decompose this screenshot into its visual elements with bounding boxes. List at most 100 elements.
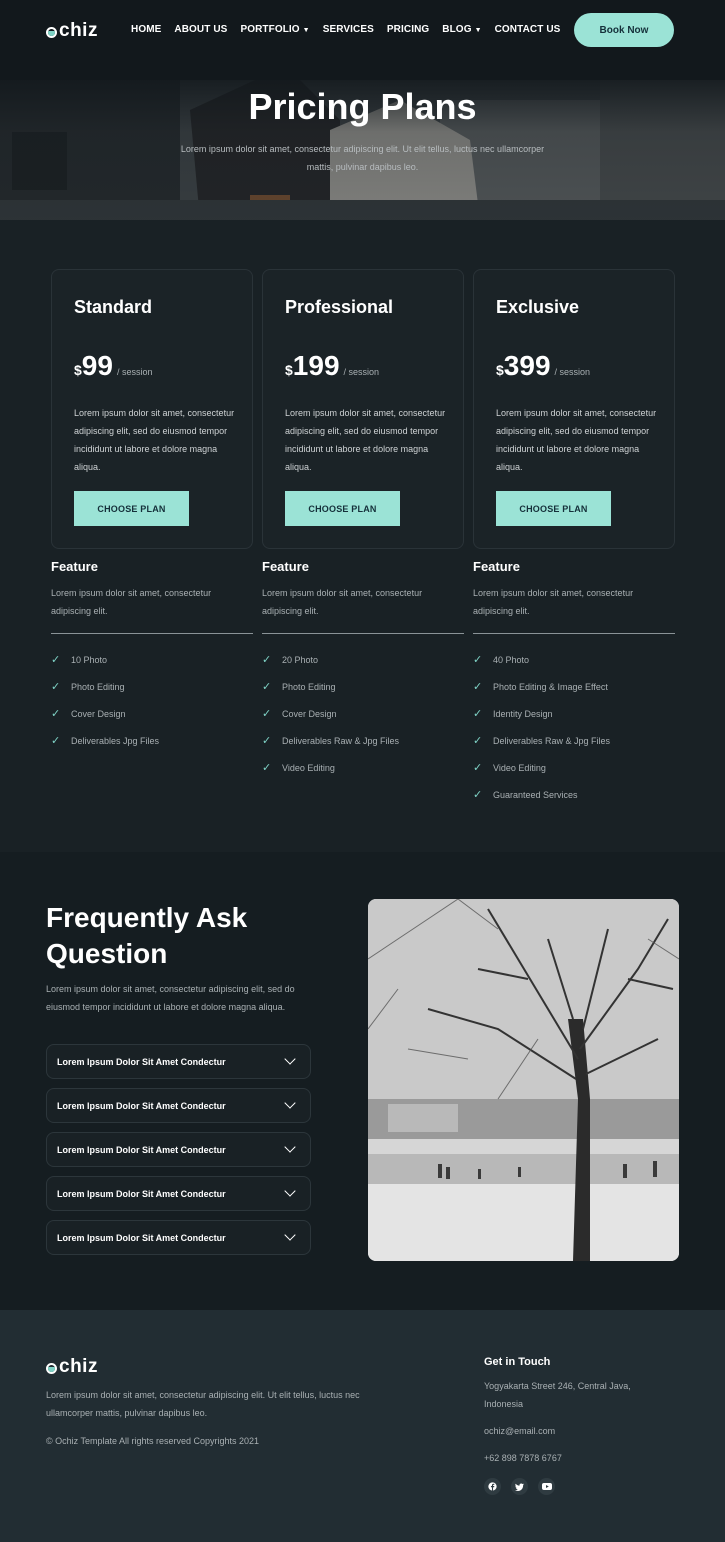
check-icon: ✓ bbox=[51, 681, 61, 693]
nav-portfolio[interactable]: PORTFOLIO ▼ bbox=[240, 24, 309, 35]
twitter-glyph bbox=[515, 1482, 524, 1491]
feature-label: Video Editing bbox=[493, 762, 546, 773]
main-nav: HOME ABOUT US PORTFOLIO ▼ SERVICES PRICIN… bbox=[131, 24, 560, 35]
check-icon: ✓ bbox=[51, 654, 61, 666]
choose-plan-button[interactable]: CHOOSE PLAN bbox=[285, 491, 400, 526]
price-currency: $ bbox=[285, 362, 293, 378]
feature-label: 20 Photo bbox=[282, 654, 319, 665]
choose-plan-button[interactable]: CHOOSE PLAN bbox=[496, 491, 611, 526]
nav-about-us[interactable]: ABOUT US bbox=[174, 24, 227, 35]
feature-item: ✓ Guaranteed Services bbox=[473, 781, 675, 808]
copyright: © Ochiz Template All rights reserved Cop… bbox=[46, 1436, 260, 1446]
nav-blog[interactable]: BLOG ▼ bbox=[442, 24, 481, 35]
feature-label: Cover Design bbox=[282, 708, 337, 719]
chevron-down-icon bbox=[284, 1097, 296, 1109]
price-amount: 399 bbox=[503, 350, 551, 381]
youtube-icon[interactable] bbox=[538, 1478, 555, 1495]
price-currency: $ bbox=[74, 362, 82, 378]
check-icon: ✓ bbox=[473, 762, 483, 774]
plan-price: $ 399 / session bbox=[496, 350, 590, 382]
feature-description: Lorem ipsum dolor sit amet, consectetur … bbox=[262, 588, 423, 616]
nav-contact-us[interactable]: CONTACT US bbox=[495, 24, 561, 35]
contact-email[interactable]: ochiz@email.com bbox=[484, 1426, 555, 1436]
chevron-down-icon bbox=[284, 1185, 296, 1197]
logo-mark-icon bbox=[46, 26, 57, 38]
chevron-down-icon bbox=[284, 1141, 296, 1153]
nav-home[interactable]: HOME bbox=[131, 24, 161, 35]
feature-label: Cover Design bbox=[71, 708, 126, 719]
twitter-icon[interactable] bbox=[511, 1478, 528, 1495]
feature-item: ✓ Photo Editing bbox=[51, 673, 253, 700]
faq-question: Lorem Ipsum Dolor Sit Amet Condectur bbox=[57, 1144, 226, 1155]
feature-item: ✓ Photo Editing & Image Effect bbox=[473, 673, 675, 700]
chevron-down-icon: ▼ bbox=[302, 27, 310, 34]
plan-description: Lorem ipsum dolor sit amet, consectetur … bbox=[74, 408, 235, 472]
feature-item: ✓ Video Editing bbox=[262, 754, 464, 781]
faq-item[interactable]: Lorem Ipsum Dolor Sit Amet Condectur bbox=[46, 1132, 311, 1167]
faq-item[interactable]: Lorem Ipsum Dolor Sit Amet Condectur bbox=[46, 1220, 311, 1255]
price-period: / session bbox=[116, 367, 153, 377]
price-period: / session bbox=[554, 367, 591, 377]
faq-question: Lorem Ipsum Dolor Sit Amet Condectur bbox=[57, 1056, 226, 1067]
feature-label: Video Editing bbox=[282, 762, 335, 773]
facebook-glyph bbox=[488, 1482, 497, 1491]
price-period: / session bbox=[343, 367, 380, 377]
check-icon: ✓ bbox=[473, 789, 483, 801]
plan-card-professional: Professional $ 199 / session Lorem ipsum… bbox=[262, 269, 464, 549]
feature-item: ✓ Deliverables Raw & Jpg Files bbox=[473, 727, 675, 754]
check-icon: ✓ bbox=[51, 708, 61, 720]
feature-description: Lorem ipsum dolor sit amet, consectetur … bbox=[473, 588, 634, 616]
footer-logo[interactable]: chiz bbox=[46, 1356, 98, 1378]
plan-price: $ 99 / session bbox=[74, 350, 152, 382]
divider bbox=[473, 633, 675, 634]
plan-price: $ 199 / session bbox=[285, 350, 379, 382]
feature-block-standard: Feature Lorem ipsum dolor sit amet, cons… bbox=[51, 559, 253, 754]
hero-subtitle: Lorem ipsum dolor sit amet, consectetur … bbox=[180, 144, 545, 172]
chevron-down-icon bbox=[284, 1053, 296, 1065]
youtube-glyph bbox=[541, 1483, 552, 1490]
feature-item: ✓ Identity Design bbox=[473, 700, 675, 727]
check-icon: ✓ bbox=[51, 735, 61, 747]
faq-item[interactable]: Lorem Ipsum Dolor Sit Amet Condectur bbox=[46, 1044, 311, 1079]
nav-services[interactable]: SERVICES bbox=[323, 24, 374, 35]
feature-label: Deliverables Raw & Jpg Files bbox=[282, 735, 400, 746]
faq-item[interactable]: Lorem Ipsum Dolor Sit Amet Condectur bbox=[46, 1176, 311, 1211]
feature-label: 10 Photo bbox=[71, 654, 108, 665]
faq-item[interactable]: Lorem Ipsum Dolor Sit Amet Condectur bbox=[46, 1088, 311, 1123]
check-icon: ✓ bbox=[262, 762, 272, 774]
check-icon: ✓ bbox=[473, 681, 483, 693]
price-amount: 99 bbox=[81, 350, 113, 381]
facebook-icon[interactable] bbox=[484, 1478, 501, 1495]
book-now-button[interactable]: Book Now bbox=[574, 13, 674, 47]
feature-title: Feature bbox=[51, 559, 98, 574]
feature-label: Deliverables Raw & Jpg Files bbox=[493, 735, 611, 746]
contact-phone[interactable]: +62 898 7878 6767 bbox=[484, 1453, 562, 1463]
contact-address: Yogyakarta Street 246, Central Java, Ind… bbox=[484, 1381, 631, 1409]
feature-item: ✓ Photo Editing bbox=[262, 673, 464, 700]
faq-question: Lorem Ipsum Dolor Sit Amet Condectur bbox=[57, 1100, 226, 1111]
check-icon: ✓ bbox=[262, 708, 272, 720]
nav-pricing[interactable]: PRICING bbox=[387, 24, 429, 35]
faq-section: Frequently Ask Question Lorem ipsum dolo… bbox=[0, 852, 725, 1310]
feature-item: ✓ Cover Design bbox=[262, 700, 464, 727]
feature-label: Guaranteed Services bbox=[493, 789, 578, 800]
check-icon: ✓ bbox=[473, 708, 483, 720]
divider bbox=[262, 633, 464, 634]
chevron-down-icon: ▼ bbox=[474, 27, 482, 34]
logo-mark-icon bbox=[46, 1362, 57, 1374]
check-icon: ✓ bbox=[473, 654, 483, 666]
feature-description: Lorem ipsum dolor sit amet, consectetur … bbox=[51, 588, 212, 616]
price-currency: $ bbox=[496, 362, 504, 378]
plan-name: Professional bbox=[285, 297, 394, 317]
choose-plan-button[interactable]: CHOOSE PLAN bbox=[74, 491, 189, 526]
feature-title: Feature bbox=[262, 559, 309, 574]
chevron-down-icon bbox=[284, 1229, 296, 1241]
feature-item: ✓ Deliverables Raw & Jpg Files bbox=[262, 727, 464, 754]
header-logo[interactable]: chiz bbox=[46, 20, 98, 42]
nav-blog-label: BLOG bbox=[442, 24, 472, 35]
contact-title: Get in Touch bbox=[484, 1356, 551, 1368]
feature-label: Photo Editing bbox=[71, 681, 125, 692]
site-footer: chiz Lorem ipsum dolor sit amet, consect… bbox=[0, 1310, 725, 1542]
price-amount: 199 bbox=[292, 350, 340, 381]
feature-item: ✓ 10 Photo bbox=[51, 646, 253, 673]
